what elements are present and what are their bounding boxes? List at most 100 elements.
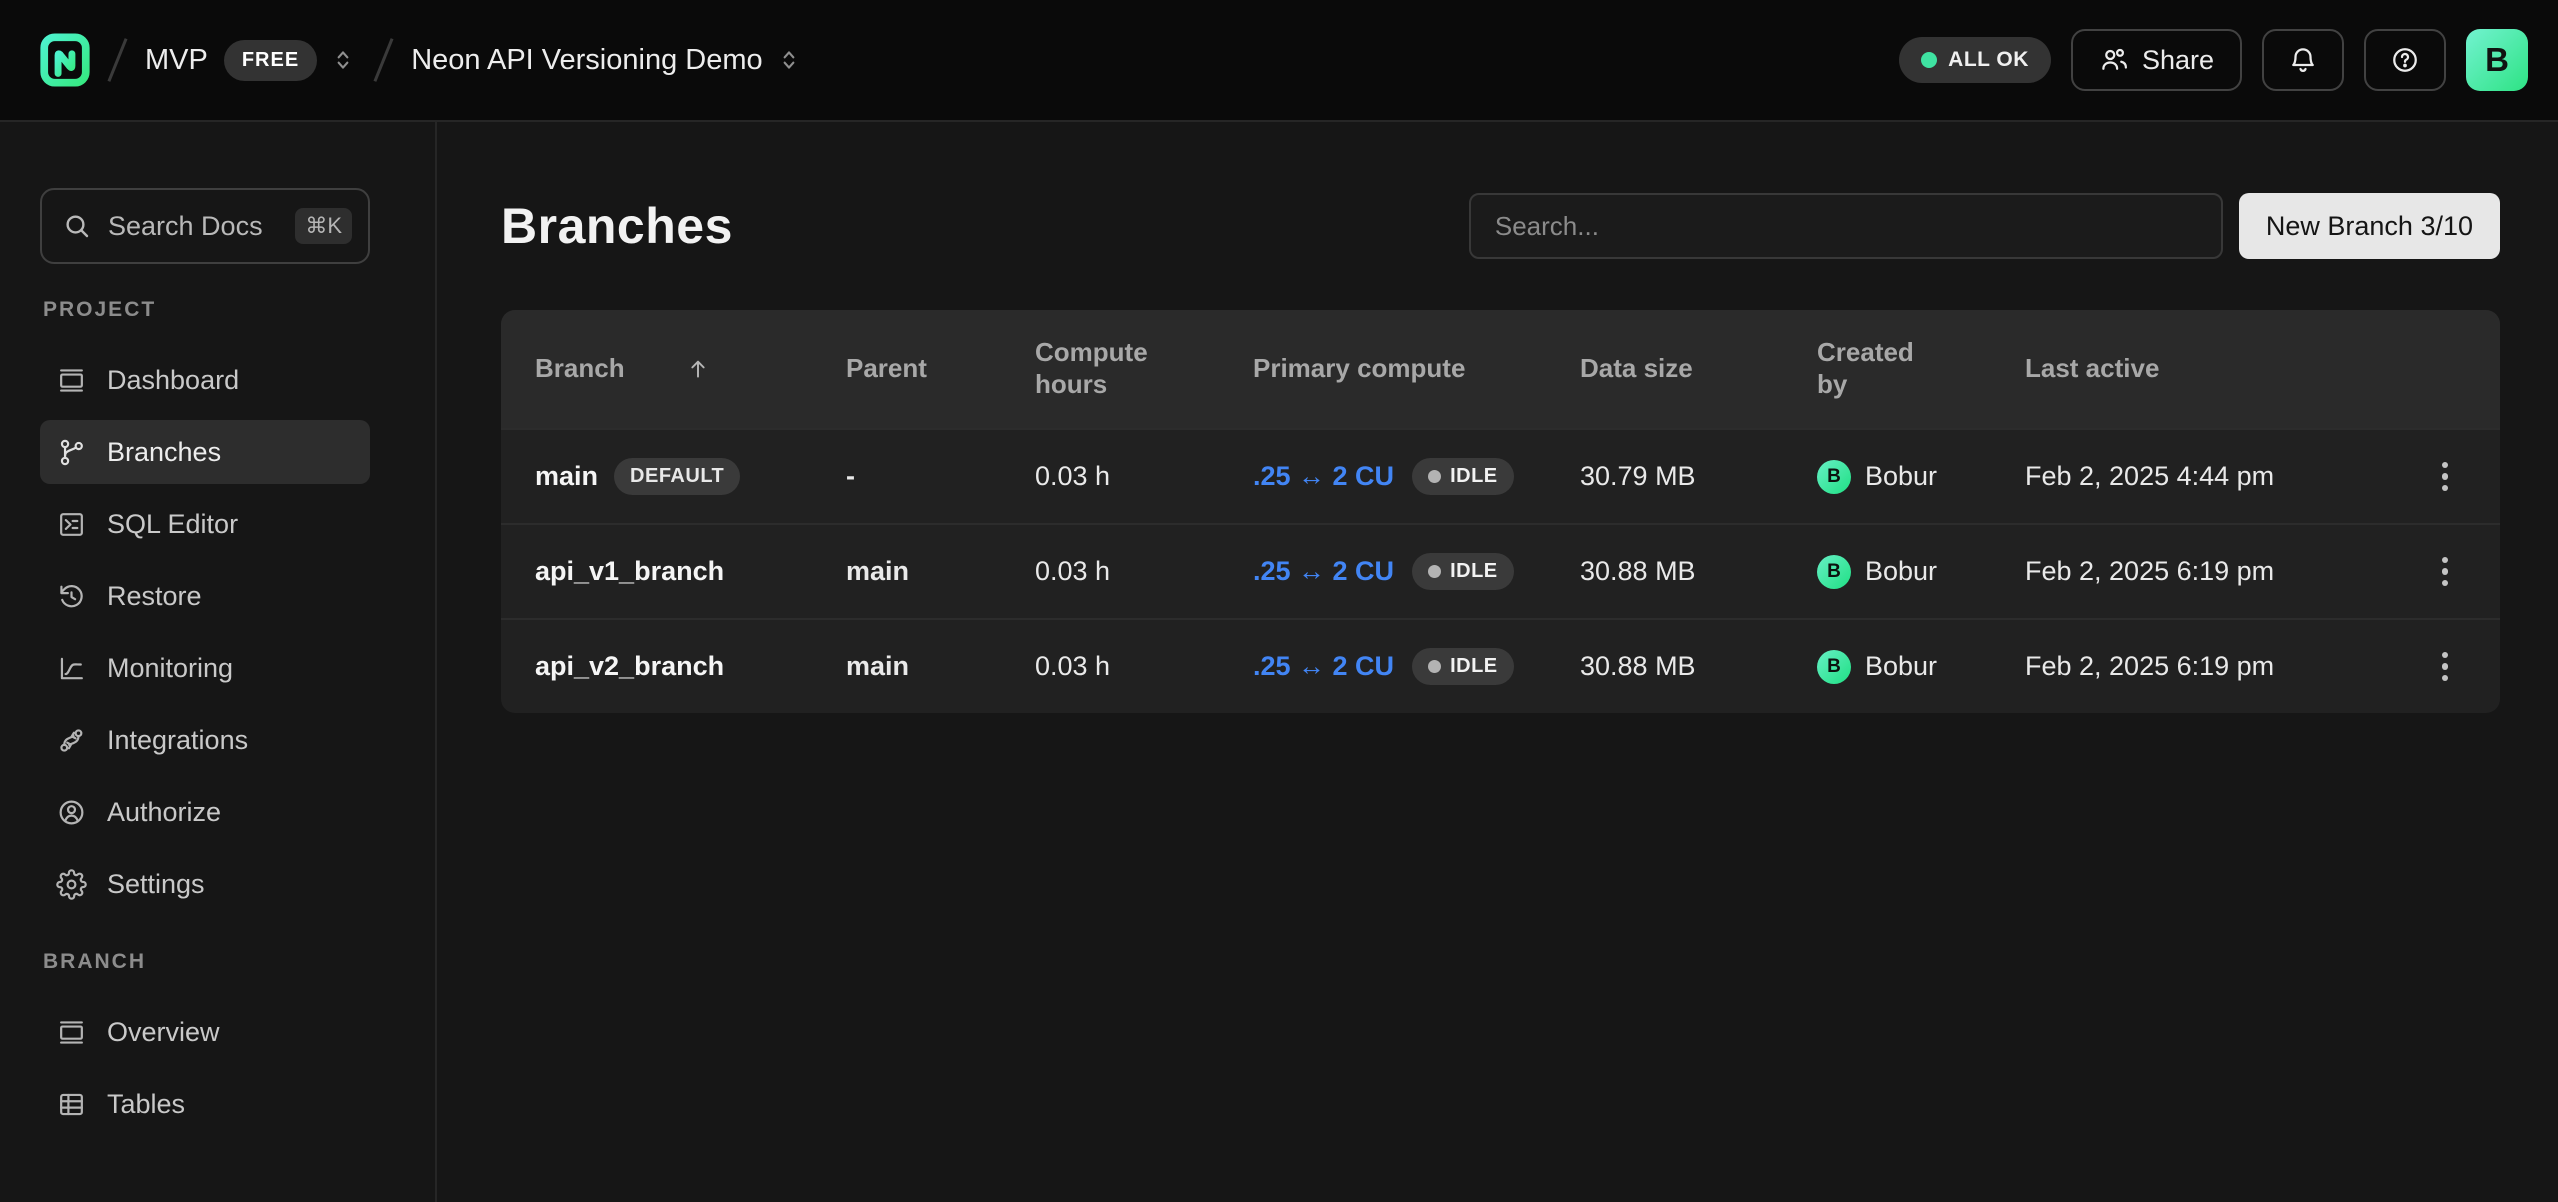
sidebar-item-sql-editor[interactable]: SQL Editor bbox=[40, 492, 370, 556]
sidebar-item-settings[interactable]: Settings bbox=[40, 852, 370, 916]
sidebar-item-integrations[interactable]: Integrations bbox=[40, 708, 370, 772]
new-branch-button[interactable]: New Branch 3/10 bbox=[2239, 193, 2500, 259]
branch-name: api_v2_branch bbox=[535, 651, 724, 682]
row-menu-button[interactable] bbox=[2423, 542, 2467, 602]
neon-logo-icon[interactable] bbox=[40, 33, 90, 87]
sidebar-item-label: Settings bbox=[107, 869, 205, 900]
sidebar-section-title-branch: BRANCH bbox=[43, 950, 435, 974]
status-label: ALL OK bbox=[1948, 48, 2029, 72]
sidebar-item-label: SQL Editor bbox=[107, 509, 238, 540]
sidebar-item-label: Monitoring bbox=[107, 653, 233, 684]
branches-table: Branch Parent Compute hours Primary comp… bbox=[501, 310, 2500, 713]
primary-compute-cell: .25 ↔ 2 CU IDLE bbox=[1253, 458, 1580, 495]
project-name[interactable]: Neon API Versioning Demo bbox=[411, 44, 762, 77]
table-row-main[interactable]: mainDEFAULT-0.03 h.25 ↔ 2 CUIDLE30.79 MB… bbox=[501, 428, 2500, 523]
branch-cell: api_v2_branch bbox=[535, 651, 846, 682]
bell-icon bbox=[2288, 45, 2318, 75]
breadcrumb-slash bbox=[374, 38, 394, 82]
default-badge: DEFAULT bbox=[614, 458, 740, 495]
integrations-icon bbox=[56, 725, 87, 756]
created-by-cell: BBobur bbox=[1817, 555, 2025, 589]
idle-dot-icon bbox=[1428, 565, 1441, 578]
column-header-primary-compute[interactable]: Primary compute bbox=[1253, 353, 1580, 385]
main-content: Branches New Branch 3/10 Branch Parent C… bbox=[437, 122, 2558, 1202]
branch-cell: mainDEFAULT bbox=[535, 458, 846, 495]
compute-size-range[interactable]: .25 ↔ 2 CU bbox=[1253, 461, 1394, 492]
help-button[interactable] bbox=[2364, 29, 2446, 91]
sidebar-item-overview[interactable]: Overview bbox=[40, 1000, 370, 1064]
sidebar-section-title-project: PROJECT bbox=[43, 298, 435, 322]
sidebar-item-tables[interactable]: Tables bbox=[40, 1072, 370, 1136]
sidebar-item-monitoring[interactable]: Monitoring bbox=[40, 636, 370, 700]
sidebar-item-label: Integrations bbox=[107, 725, 248, 756]
notifications-button[interactable] bbox=[2262, 29, 2344, 91]
compute-size-range[interactable]: .25 ↔ 2 CU bbox=[1253, 556, 1394, 587]
sidebar-item-label: Overview bbox=[107, 1017, 220, 1048]
row-actions-cell bbox=[2421, 542, 2500, 602]
data-size-cell: 30.79 MB bbox=[1580, 461, 1817, 492]
sidebar-item-label: Branches bbox=[107, 437, 221, 468]
parent-cell: main bbox=[846, 556, 1035, 587]
status-dot-icon bbox=[1921, 52, 1937, 68]
search-docs-button[interactable]: Search Docs ⌘K bbox=[40, 188, 370, 264]
sidebar-item-label: Restore bbox=[107, 581, 202, 612]
parent-branch-name: main bbox=[846, 651, 909, 682]
row-menu-button[interactable] bbox=[2423, 637, 2467, 697]
project-selector-chevron-icon[interactable] bbox=[776, 47, 802, 73]
column-header-created-by[interactable]: Created by bbox=[1817, 337, 2025, 400]
plan-badge: FREE bbox=[224, 40, 317, 81]
compute-state-label: IDLE bbox=[1450, 560, 1498, 583]
created-by-cell: BBobur bbox=[1817, 650, 2025, 684]
sidebar-item-authorize[interactable]: Authorize bbox=[40, 780, 370, 844]
column-header-data-size[interactable]: Data size bbox=[1580, 353, 1817, 385]
idle-dot-icon bbox=[1428, 470, 1441, 483]
column-header-parent[interactable]: Parent bbox=[846, 353, 1035, 385]
parent-branch-name: main bbox=[846, 556, 909, 587]
compute-hours-cell: 0.03 h bbox=[1035, 556, 1253, 587]
top-bar-actions: ALL OK Share bbox=[1899, 29, 2528, 91]
branch-search-input[interactable] bbox=[1469, 193, 2223, 259]
sidebar-item-dashboard[interactable]: Dashboard bbox=[40, 348, 370, 412]
compute-state-badge: IDLE bbox=[1412, 553, 1514, 590]
share-label: Share bbox=[2142, 45, 2214, 76]
sidebar-item-label: Authorize bbox=[107, 797, 221, 828]
primary-compute-cell: .25 ↔ 2 CU IDLE bbox=[1253, 553, 1580, 590]
last-active-cell: Feb 2, 2025 4:44 pm bbox=[2025, 461, 2421, 492]
last-active-cell: Feb 2, 2025 6:19 pm bbox=[2025, 651, 2421, 682]
row-menu-button[interactable] bbox=[2423, 447, 2467, 507]
compute-size-range[interactable]: .25 ↔ 2 CU bbox=[1253, 651, 1394, 682]
data-size-cell: 30.88 MB bbox=[1580, 651, 1817, 682]
org-name[interactable]: MVP bbox=[145, 44, 208, 77]
monitoring-icon bbox=[56, 653, 87, 684]
table-row-api-v1-branch[interactable]: api_v1_branch main 0.03 h.25 ↔ 2 CU IDLE 30.… bbox=[501, 523, 2500, 618]
table-row-api-v2-branch[interactable]: api_v2_branch main 0.03 h.25 ↔ 2 CU IDLE 30.… bbox=[501, 618, 2500, 713]
creator-avatar: B bbox=[1817, 555, 1851, 589]
compute-state-badge: IDLE bbox=[1412, 458, 1514, 495]
branch-cell: api_v1_branch bbox=[535, 556, 846, 587]
search-icon bbox=[62, 211, 92, 241]
overview-icon bbox=[56, 1017, 87, 1048]
compute-hours-cell: 0.03 h bbox=[1035, 651, 1253, 682]
compute-state-badge: IDLE bbox=[1412, 648, 1514, 685]
search-docs-label: Search Docs bbox=[108, 211, 279, 242]
sidebar-item-restore[interactable]: Restore bbox=[40, 564, 370, 628]
parent-cell: - bbox=[846, 461, 1035, 492]
org-selector-chevron-icon[interactable] bbox=[330, 47, 356, 73]
user-avatar[interactable]: B bbox=[2466, 29, 2528, 91]
sidebar: Search Docs ⌘K PROJECT Dashboard Branches S… bbox=[0, 122, 437, 1202]
sidebar-item-label: Tables bbox=[107, 1089, 185, 1120]
column-header-last-active[interactable]: Last active bbox=[2025, 353, 2421, 385]
sidebar-item-label: Dashboard bbox=[107, 365, 239, 396]
parent-branch-name: - bbox=[846, 461, 855, 492]
sidebar-item-branches[interactable]: Branches bbox=[40, 420, 370, 484]
column-header-compute-hours[interactable]: Compute hours bbox=[1035, 337, 1253, 400]
page-title: Branches bbox=[501, 197, 733, 255]
share-button[interactable]: Share bbox=[2071, 29, 2242, 91]
data-size-cell: 30.88 MB bbox=[1580, 556, 1817, 587]
creator-name: Bobur bbox=[1865, 651, 1937, 682]
status-badge[interactable]: ALL OK bbox=[1899, 37, 2051, 83]
creator-avatar: B bbox=[1817, 460, 1851, 494]
branch-name: api_v1_branch bbox=[535, 556, 724, 587]
column-header-branch[interactable]: Branch bbox=[535, 353, 846, 385]
branches-icon bbox=[56, 437, 87, 468]
